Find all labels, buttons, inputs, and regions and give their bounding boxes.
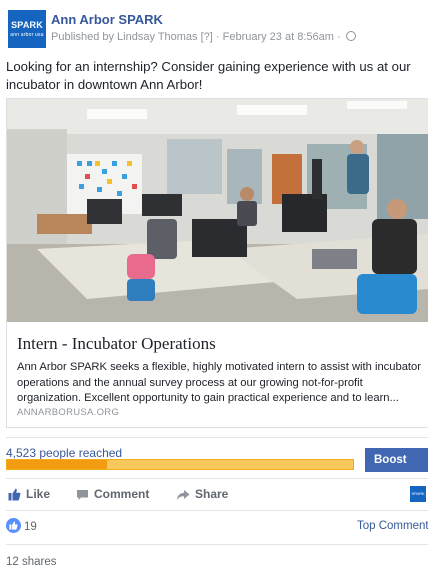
- divider: [6, 510, 428, 511]
- link-title[interactable]: Intern - Incubator Operations: [17, 334, 216, 354]
- page-avatar[interactable]: SPARK ann arbor usa: [8, 10, 46, 48]
- divider: [6, 478, 428, 479]
- post-meta: Published by Lindsay Thomas [?] · Februa…: [51, 31, 356, 43]
- like-button[interactable]: Like: [8, 484, 50, 504]
- like-label: Like: [26, 487, 51, 501]
- page-name-link[interactable]: Ann Arbor SPARK: [51, 12, 163, 27]
- comment-label: Comment: [94, 487, 150, 501]
- thumbs-up-icon: [8, 488, 21, 501]
- globe-icon: [345, 31, 356, 41]
- action-bar: Like Comment Share SPARK: [6, 484, 428, 506]
- post-text: Looking for an internship? Consider gain…: [6, 59, 411, 92]
- reach-bar-fill: [7, 460, 108, 469]
- shares-count-link[interactable]: 12 shares: [6, 555, 57, 566]
- divider: [6, 437, 428, 438]
- link-preview-image: [7, 99, 428, 322]
- link-preview-card[interactable]: Intern - Incubator Operations Ann Arbor …: [6, 98, 428, 428]
- boost-post-button[interactable]: Boost Post: [365, 448, 428, 490]
- link-description: Ann Arbor SPARK seeks a flexible, highly…: [17, 361, 421, 404]
- comment-button[interactable]: Comment: [76, 484, 149, 504]
- reactions-summary[interactable]: 19: [6, 518, 37, 534]
- top-comments-dropdown[interactable]: Top Comments: [357, 518, 428, 534]
- share-button[interactable]: Share: [176, 484, 228, 504]
- post-meta-text: Published by Lindsay Thomas [?] · Februa…: [51, 31, 341, 43]
- logo-text: SPARK: [11, 20, 43, 30]
- reach-bar: [6, 459, 354, 470]
- reach-link[interactable]: 4,523 people reached: [6, 446, 122, 460]
- post-header: SPARK ann arbor usa Ann Arbor SPARK Publ…: [6, 4, 426, 48]
- posting-as-logo-text: SPARK: [411, 491, 425, 496]
- office-photo: [7, 99, 428, 322]
- posting-as-avatar[interactable]: SPARK: [410, 486, 426, 502]
- thumbs-up-icon: [9, 521, 18, 530]
- logo-subtext: ann arbor usa: [10, 32, 44, 38]
- link-domain: ANNARBORUSA.ORG: [17, 407, 120, 418]
- like-reaction-icon: [6, 518, 21, 533]
- reaction-count: 19: [24, 521, 37, 533]
- share-label: Share: [195, 487, 229, 501]
- share-arrow-icon: [176, 490, 190, 500]
- divider: [6, 544, 428, 545]
- comment-icon: [77, 490, 88, 500]
